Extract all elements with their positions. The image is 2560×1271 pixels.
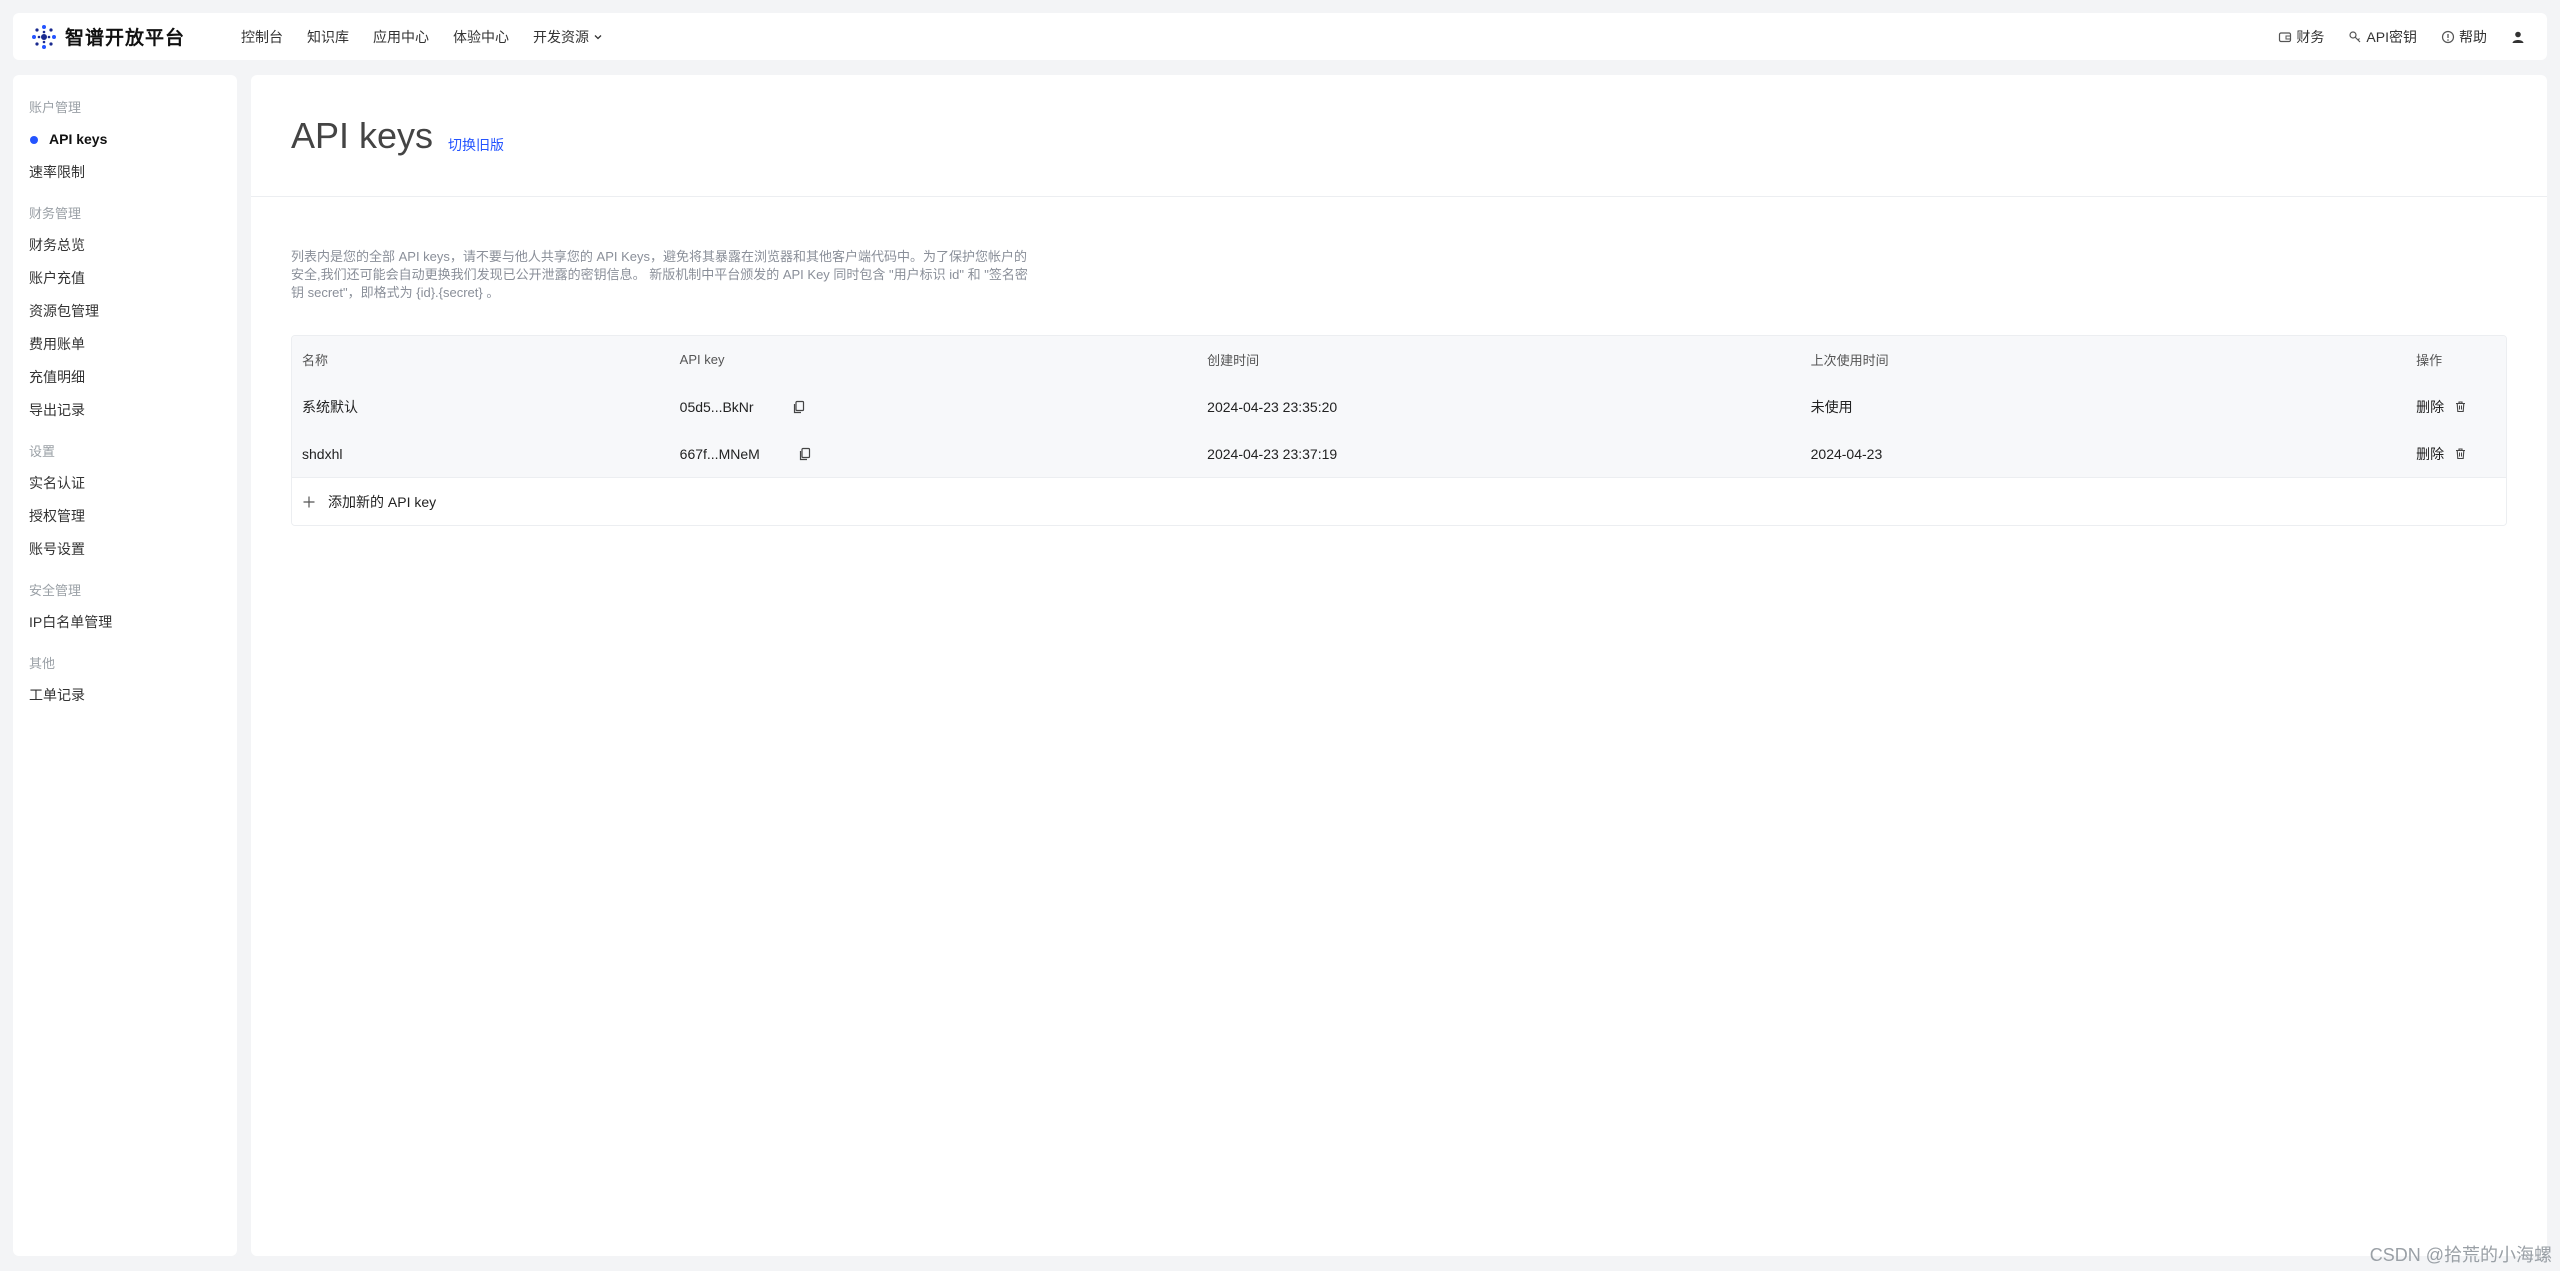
header-right: 财务 API密钥 帮助 [2254,27,2529,47]
column-header-key: API key [679,352,725,367]
sidebar-item-tickets[interactable]: 工单记录 [13,679,237,712]
api-keys-table: 名称 API key 创建时间 上次使用时间 操作 系统默认 05d5...Bk… [291,335,2507,526]
add-api-key-button[interactable]: 添加新的 API key [292,477,2506,525]
key-value: 667f...MNeM [679,445,760,462]
sidebar-item-finance-overview[interactable]: 财务总览 [13,229,237,262]
sidebar-item-recharge-details[interactable]: 充值明细 [13,361,237,394]
top-header: 智谱开放平台 控制台 知识库 应用中心 体验中心 开发资源 财务 API密钥 帮… [13,13,2547,60]
title-bar: API keys 切换旧版 [251,75,2547,197]
nav-experience[interactable]: 体验中心 [453,27,509,47]
key-icon [2349,30,2361,42]
sidebar-group-title: 财务管理 [29,206,82,221]
copy-icon[interactable] [798,447,812,461]
sidebar-group-settings: 设置 实名认证 授权管理 账号设置 [13,441,237,566]
table-row: 系统默认 05d5...BkNr 2024-04-23 23:35:20 未使用… [292,383,2506,430]
sidebar-item-ip-whitelist[interactable]: IP白名单管理 [13,606,237,639]
row-actions: 删除 [2406,397,2506,417]
key-cell: 667f...MNeM [670,446,1198,462]
sidebar-item-account-settings[interactable]: 账号设置 [13,533,237,566]
nav-knowledge[interactable]: 知识库 [307,27,349,47]
nav-console[interactable]: 控制台 [241,27,283,47]
table-header: 名称 API key 创建时间 上次使用时间 操作 [292,336,2506,383]
sidebar-group-title: 安全管理 [29,583,82,598]
table-row: shdxhl 667f...MNeM 2024-04-23 23:37:19 2… [292,430,2506,477]
switch-old-version-link[interactable]: 切换旧版 [448,135,504,155]
user-avatar[interactable] [2511,30,2529,44]
copy-icon[interactable] [792,400,806,414]
sidebar-item-verification[interactable]: 实名认证 [13,467,237,500]
key-name: 系统默认 [302,398,358,415]
created-time: 2024-04-23 23:37:19 [1207,445,1338,462]
column-header-actions: 操作 [2416,353,2443,368]
sidebar-item-label: API keys [49,131,108,147]
delete-button[interactable]: 删除 [2416,397,2444,417]
active-dot-icon [30,136,38,144]
column-header-last-used: 上次使用时间 [1810,353,1889,368]
user-icon [2512,31,2524,43]
main-nav: 控制台 知识库 应用中心 体验中心 开发资源 [241,27,627,47]
nav-apps[interactable]: 应用中心 [373,27,429,47]
sidebar-item-recharge[interactable]: 账户充值 [13,262,237,295]
key-value: 05d5...BkNr [679,398,754,415]
sidebar-item-export-records[interactable]: 导出记录 [13,394,237,427]
sidebar-group-title: 设置 [29,444,56,459]
created-time: 2024-04-23 23:35:20 [1207,398,1338,415]
main-panel: API keys 切换旧版 列表内是您的全部 API keys，请不要与他人共享… [251,75,2547,1256]
nav-dev-resources[interactable]: 开发资源 [533,27,603,47]
nav-dev-resources-label: 开发资源 [533,28,590,45]
key-cell: 05d5...BkNr [670,399,1198,415]
sidebar-group-finance: 财务管理 财务总览 账户充值 资源包管理 费用账单 充值明细 导出记录 [13,203,237,427]
page-description: 列表内是您的全部 API keys，请不要与他人共享您的 API Keys，避免… [291,249,1028,300]
watermark: CSDN @拾荒的小海螺 [2369,1245,2552,1265]
trash-icon[interactable] [2454,400,2467,413]
sidebar: 账户管理 API keys 速率限制 财务管理 财务总览 账户充值 资源包管理 … [13,75,237,1256]
column-header-name: 名称 [302,353,329,368]
finance-link[interactable]: 财务 [2278,27,2324,47]
delete-button[interactable]: 删除 [2416,444,2444,464]
help-link[interactable]: 帮助 [2441,27,2487,47]
sidebar-item-api-keys[interactable]: API keys [13,123,237,156]
last-used-time: 2024-04-23 [1810,445,1883,462]
add-api-key-label: 添加新的 API key [328,493,437,510]
help-label: 帮助 [2459,28,2487,45]
sidebar-item-resource-packs[interactable]: 资源包管理 [13,295,237,328]
sidebar-group-security: 安全管理 IP白名单管理 [13,580,237,639]
sidebar-group-account: 账户管理 API keys 速率限制 [13,97,237,189]
api-key-label: API密钥 [2366,28,2417,45]
logo[interactable]: 智谱开放平台 [29,13,185,60]
column-header-created: 创建时间 [1207,353,1260,368]
sidebar-item-bills[interactable]: 费用账单 [13,328,237,361]
api-key-link[interactable]: API密钥 [2348,27,2417,47]
last-used-time: 未使用 [1810,398,1853,415]
chevron-down-icon [593,32,603,42]
sidebar-item-authorization[interactable]: 授权管理 [13,500,237,533]
help-icon [2441,30,2455,43]
sidebar-item-rate-limit[interactable]: 速率限制 [13,156,237,189]
sidebar-group-title: 账户管理 [29,100,82,115]
plus-icon [302,495,316,509]
sidebar-group-other: 其他 工单记录 [13,653,237,712]
key-name: shdxhl [302,445,343,462]
wallet-icon [2279,31,2292,42]
finance-label: 财务 [2296,28,2325,45]
trash-icon[interactable] [2454,447,2467,460]
logo-icon [29,22,59,52]
logo-text: 智谱开放平台 [65,28,186,49]
page-title: API keys [291,115,434,156]
sidebar-group-title: 其他 [29,656,56,671]
row-actions: 删除 [2406,444,2506,464]
